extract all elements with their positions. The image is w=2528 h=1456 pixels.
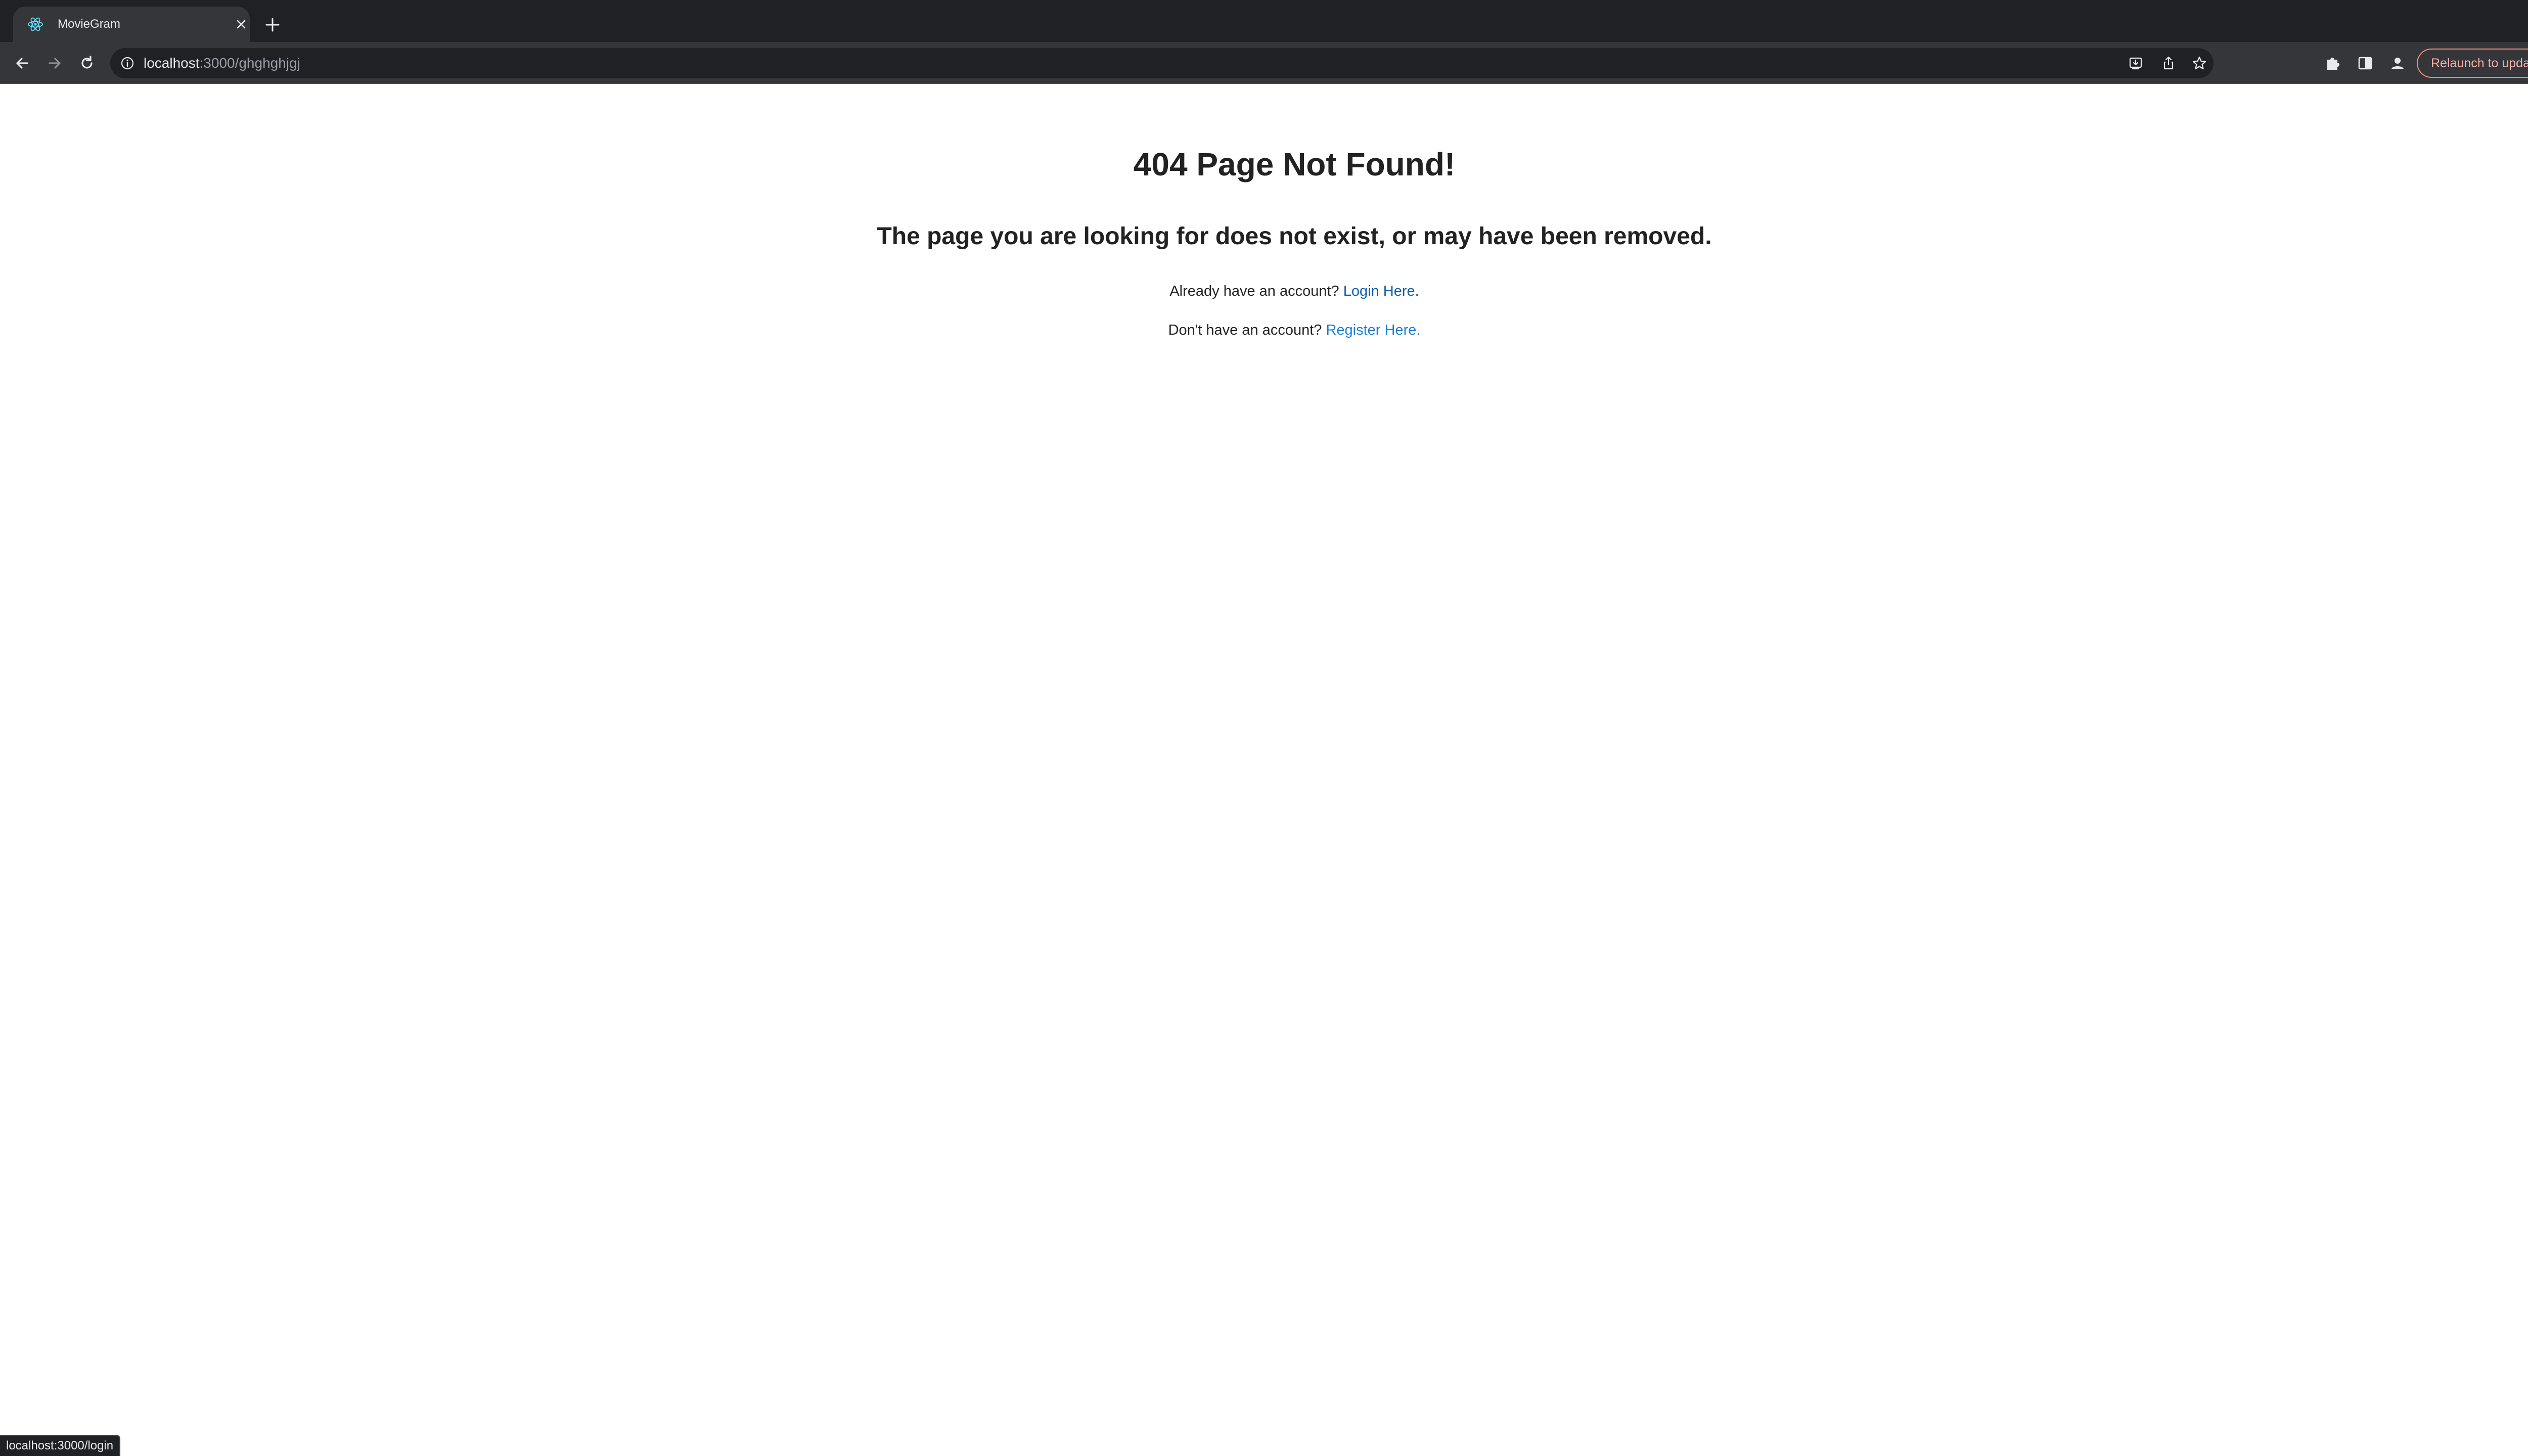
tab-title: MovieGram (58, 17, 121, 31)
register-prompt-line: Don't have an account? Register Here. (0, 322, 2528, 339)
address-url[interactable]: localhost:3000/ghghghjgj (144, 48, 300, 78)
extensions-puzzle-icon[interactable] (2323, 53, 2343, 73)
reload-icon[interactable] (77, 53, 97, 73)
bookmark-star-icon[interactable] (2191, 55, 2207, 71)
back-arrow-icon[interactable] (12, 53, 32, 73)
url-path: :3000/ghghghjgj (199, 55, 300, 71)
page-subtitle: The page you are looking for does not ex… (877, 223, 1712, 250)
profile-avatar-icon[interactable] (2387, 53, 2408, 73)
forward-arrow-icon[interactable] (44, 53, 65, 73)
relaunch-to-update-button[interactable]: Relaunch to update (2417, 49, 2528, 78)
login-prompt-text: Already have an account? (1169, 283, 1339, 299)
login-prompt-line: Already have an account? Login Here. (0, 283, 2528, 300)
address-bar[interactable]: localhost:3000/ghghghjgj (110, 48, 2214, 78)
login-link[interactable]: Login Here. (1343, 283, 1419, 299)
relaunch-label: Relaunch to update (2431, 56, 2528, 70)
page-content: 404 Page Not Found! The page you are loo… (0, 85, 2528, 1456)
browser-toolbar: localhost:3000/ghghghjgj Relaunch to upd… (0, 42, 2528, 84)
browser-tab-active[interactable]: MovieGram (13, 7, 250, 42)
status-bar-url: localhost:3000/login (0, 1435, 121, 1456)
register-prompt-text: Don't have an account? (1168, 322, 1322, 338)
tab-strip: MovieGram (0, 0, 2528, 42)
site-info-icon[interactable] (120, 56, 134, 70)
react-atom-icon (28, 17, 43, 31)
register-link[interactable]: Register Here. (1326, 322, 1420, 338)
close-tab-icon[interactable] (235, 18, 248, 31)
side-panel-icon[interactable] (2355, 53, 2375, 73)
new-tab-plus-icon[interactable] (263, 16, 282, 34)
install-app-icon[interactable] (2128, 55, 2144, 71)
share-icon[interactable] (2160, 55, 2177, 71)
url-host: localhost (144, 55, 200, 71)
page-title: 404 Page Not Found! (1133, 146, 1456, 183)
